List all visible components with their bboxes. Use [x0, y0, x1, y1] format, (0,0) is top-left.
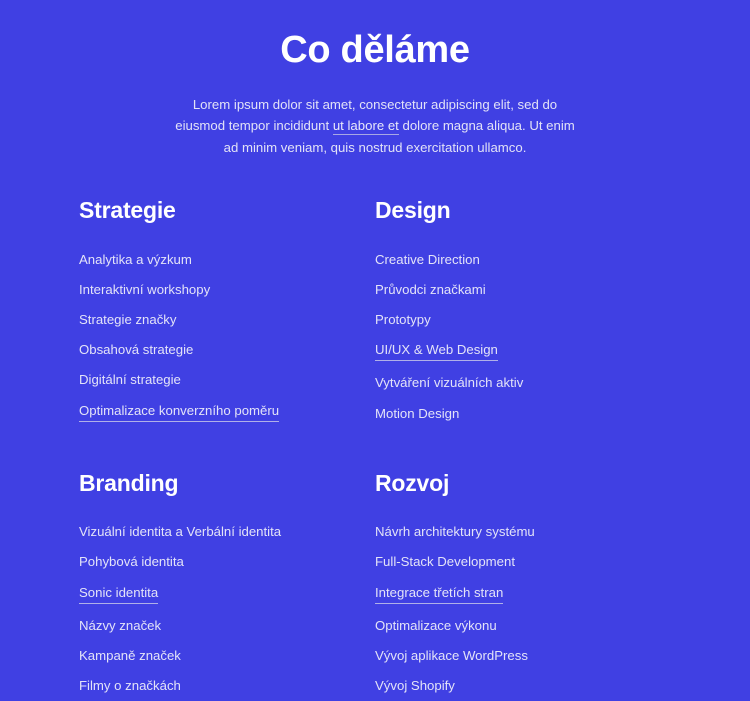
services-column-strategie: Strategie Analytika a výzkum Interaktivn…	[79, 197, 375, 429]
list-item: Optimalizace výkonu	[375, 611, 671, 641]
service-link[interactable]: Návrh architektury systému	[375, 523, 535, 540]
list-item: Filmy o značkách	[79, 671, 375, 701]
services-column-design: Design Creative Direction Průvodci značk…	[375, 197, 671, 429]
services-column-rozvoj: Rozvoj Návrh architektury systému Full-S…	[375, 470, 671, 701]
service-link[interactable]: Kampaně značek	[79, 647, 181, 664]
list-item: Názvy značek	[79, 611, 375, 641]
list-item: Kampaně značek	[79, 641, 375, 671]
service-link[interactable]: Obsahová strategie	[79, 341, 193, 358]
service-link[interactable]: Názvy značek	[79, 617, 161, 634]
list-item: Creative Direction	[375, 245, 671, 275]
service-link[interactable]: Optimalizace konverzního poměru	[79, 402, 280, 422]
list-item: Prototypy	[375, 305, 671, 335]
service-link[interactable]: Průvodci značkami	[375, 281, 486, 298]
column-title-design: Design	[375, 197, 451, 224]
list-item: Integrace třetích stran	[375, 578, 671, 611]
service-link[interactable]: Strategie značky	[79, 311, 177, 328]
column-title-strategie: Strategie	[79, 197, 176, 224]
service-link[interactable]: Optimalizace výkonu	[375, 617, 497, 634]
page-root: Co děláme Lorem ipsum dolor sit amet, co…	[0, 0, 750, 693]
service-link[interactable]: Analytika a výzkum	[79, 251, 192, 268]
list-item: Vývoj Shopify	[375, 671, 671, 701]
service-link[interactable]: Digitální strategie	[79, 371, 181, 388]
services-grid: Strategie Analytika a výzkum Interaktivn…	[0, 197, 750, 701]
list-item: Full-Stack Development	[375, 547, 671, 577]
page-header: Co děláme Lorem ipsum dolor sit amet, co…	[0, 0, 750, 158]
list-item: Interaktivní workshopy	[79, 275, 375, 305]
page-title: Co děláme	[280, 29, 470, 71]
list-item: Sonic identita	[79, 578, 375, 611]
list-item: Návrh architektury systému	[375, 517, 671, 547]
list-item: Digitální strategie	[79, 365, 375, 395]
service-link[interactable]: Interaktivní workshopy	[79, 281, 210, 298]
list-item: Průvodci značkami	[375, 275, 671, 305]
service-link[interactable]: Vizuální identita a Verbální identita	[79, 523, 281, 540]
service-link[interactable]: Motion Design	[375, 405, 459, 422]
list-item: Optimalizace konverzního poměru	[79, 396, 375, 429]
service-link[interactable]: Integrace třetích stran	[375, 584, 504, 604]
service-link[interactable]: Vývoj Shopify	[375, 677, 455, 694]
list-item: Vývoj aplikace WordPress	[375, 641, 671, 671]
service-list-strategie: Analytika a výzkum Interaktivní workshop…	[79, 245, 375, 429]
service-link[interactable]: Full-Stack Development	[375, 553, 515, 570]
column-title-branding: Branding	[79, 469, 179, 496]
service-link[interactable]: Vývoj aplikace WordPress	[375, 647, 528, 664]
service-list-design: Creative Direction Průvodci značkami Pro…	[375, 245, 671, 429]
list-item: Pohybová identita	[79, 547, 375, 577]
list-item: Analytika a výzkum	[79, 245, 375, 275]
list-item: UI/UX & Web Design	[375, 335, 671, 368]
list-item: Motion Design	[375, 399, 671, 429]
services-column-branding: Branding Vizuální identita a Verbální id…	[79, 470, 375, 701]
service-link[interactable]: Pohybová identita	[79, 553, 184, 570]
service-link[interactable]: Creative Direction	[375, 251, 480, 268]
service-link[interactable]: Prototypy	[375, 311, 431, 328]
list-item: Obsahová strategie	[79, 335, 375, 365]
list-item: Vytváření vizuálních aktiv	[375, 368, 671, 398]
list-item: Vizuální identita a Verbální identita	[79, 517, 375, 547]
service-list-rozvoj: Návrh architektury systému Full-Stack De…	[375, 517, 671, 701]
intro-inline-link[interactable]: ut labore et	[332, 118, 399, 136]
service-link[interactable]: Sonic identita	[79, 584, 159, 604]
list-item: Strategie značky	[79, 305, 375, 335]
column-title-rozvoj: Rozvoj	[375, 469, 450, 496]
service-link[interactable]: UI/UX & Web Design	[375, 341, 498, 362]
intro-paragraph: Lorem ipsum dolor sit amet, consectetur …	[175, 73, 575, 159]
service-link[interactable]: Vytváření vizuálních aktiv	[375, 374, 523, 391]
service-link[interactable]: Filmy o značkách	[79, 677, 181, 694]
service-list-branding: Vizuální identita a Verbální identita Po…	[79, 517, 375, 701]
